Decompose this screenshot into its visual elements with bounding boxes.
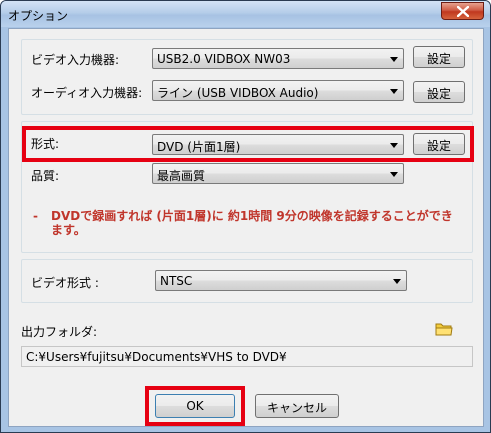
options-dialog: オプション ビデオ入力機器: USB2.0 VIDBOX NW03 設定 オーデ… xyxy=(0,0,491,433)
chevron-down-icon xyxy=(390,89,398,94)
format-label: 形式: xyxy=(31,137,60,151)
ok-button[interactable]: OK xyxy=(155,394,235,418)
chevron-down-icon xyxy=(390,143,398,148)
folder-icon[interactable] xyxy=(435,322,453,336)
note-dash: - xyxy=(33,209,38,223)
close-icon xyxy=(457,6,469,17)
window-title: オプション xyxy=(8,9,69,23)
format-settings-button[interactable]: 設定 xyxy=(413,133,465,155)
quality-select[interactable]: 最高画質 xyxy=(152,163,404,184)
quality-label: 品質: xyxy=(31,169,60,183)
audio-input-select[interactable]: ライン (USB VIDBOX Audio) xyxy=(152,80,404,101)
video-settings-label: 設定 xyxy=(426,52,451,66)
video-input-select[interactable]: USB2.0 VIDBOX NW03 xyxy=(152,48,404,69)
chevron-down-icon xyxy=(390,57,398,62)
video-input-value: USB2.0 VIDBOX NW03 xyxy=(157,52,291,66)
format-value: DVD (片面1層) xyxy=(157,140,241,154)
format-select[interactable]: DVD (片面1層) xyxy=(152,134,404,155)
audio-settings-label: 設定 xyxy=(426,87,451,101)
output-folder-label: 出力フォルダ: xyxy=(21,325,98,339)
audio-input-label: オーディオ入力機器: xyxy=(31,86,143,100)
dialog-client-area: ビデオ入力機器: USB2.0 VIDBOX NW03 設定 オーディオ入力機器… xyxy=(8,28,484,427)
title-bar: オプション xyxy=(1,1,490,27)
video-format-value: NTSC xyxy=(160,274,193,288)
chevron-down-icon xyxy=(390,172,398,177)
audio-input-value: ライン (USB VIDBOX Audio) xyxy=(157,86,319,100)
output-path-value: C:¥Users¥fujitsu¥Documents¥VHS to DVD¥ xyxy=(26,350,287,364)
note-text: DVDで録画すれば (片面1層)に 約1時間 9分の映像を記録することができます… xyxy=(51,209,453,237)
ok-label: OK xyxy=(186,399,204,413)
quality-value: 最高画質 xyxy=(157,169,206,183)
format-settings-label: 設定 xyxy=(426,139,451,153)
video-settings-button[interactable]: 設定 xyxy=(413,46,465,68)
cancel-button[interactable]: キャンセル xyxy=(255,394,339,418)
close-button[interactable] xyxy=(441,2,484,20)
audio-settings-button[interactable]: 設定 xyxy=(413,81,465,103)
video-input-label: ビデオ入力機器: xyxy=(31,53,120,67)
chevron-down-icon xyxy=(393,279,401,284)
output-path-field[interactable]: C:¥Users¥fujitsu¥Documents¥VHS to DVD¥ xyxy=(21,346,473,367)
video-format-label: ビデオ形式 : xyxy=(31,276,99,290)
cancel-label: キャンセル xyxy=(266,401,327,415)
video-format-select[interactable]: NTSC xyxy=(155,270,407,291)
